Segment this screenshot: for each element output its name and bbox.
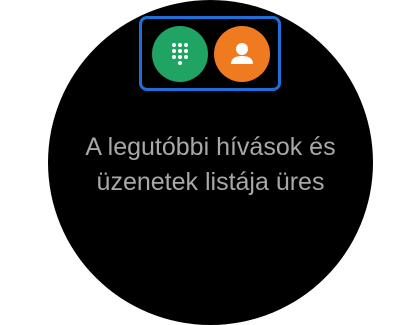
empty-state-line-2: üzenetek listája üres	[96, 168, 325, 196]
dialpad-button[interactable]	[152, 26, 208, 82]
contacts-button[interactable]	[214, 26, 270, 82]
person-icon	[214, 26, 270, 82]
screen: A legutóbbi hívások és üzenetek listája …	[0, 0, 420, 325]
empty-state-line-1: A legutóbbi hívások és	[85, 133, 336, 161]
empty-state-message: A legutóbbi hívások és üzenetek listája …	[48, 130, 373, 200]
dialpad-icon	[152, 26, 208, 82]
